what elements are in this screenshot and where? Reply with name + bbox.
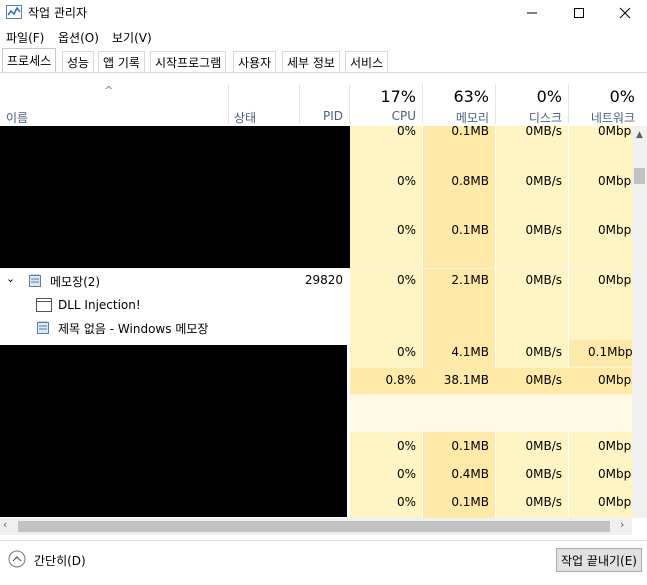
- cell-disk: 0MB/s: [525, 273, 562, 287]
- scroll-right-icon[interactable]: ›: [620, 518, 624, 531]
- maximize-button[interactable]: [556, 0, 602, 26]
- cell-disk: 0MB/s: [525, 174, 562, 188]
- network-total: 0%: [609, 87, 635, 106]
- tab-details[interactable]: 세부 정보: [282, 51, 340, 72]
- column-status[interactable]: 상태: [234, 109, 256, 126]
- child-window[interactable]: DLL Injection!: [58, 298, 141, 312]
- window-icon: [36, 298, 52, 312]
- cell-cpu: 0%: [396, 467, 416, 481]
- cell-memory: 0.1MB: [451, 124, 489, 138]
- fewer-details-link[interactable]: 간단히(D): [34, 552, 86, 569]
- close-button[interactable]: [602, 0, 647, 26]
- cell-cpu: 0.8%: [385, 373, 417, 387]
- cell-disk: 0MB/s: [525, 439, 562, 453]
- vertical-scroll-thumb[interactable]: [634, 168, 645, 184]
- cell-network: 0Mbps: [598, 373, 632, 387]
- cell-cpu: 0%: [396, 273, 416, 287]
- cell-memory: 38.1MB: [443, 373, 489, 387]
- cell-cpu: 0%: [396, 345, 416, 359]
- tab-app-history[interactable]: 앱 기록: [98, 51, 145, 72]
- cell-cpu: 0%: [396, 223, 416, 237]
- window-title: 작업 관리자: [28, 6, 88, 20]
- column-cpu[interactable]: CPU: [350, 109, 416, 123]
- cell-pid: 29820: [304, 273, 343, 287]
- scroll-up-icon[interactable]: ▲: [632, 130, 647, 142]
- child-window[interactable]: 제목 없음 - Windows 메모장: [58, 320, 208, 337]
- cell-memory: 0.8MB: [451, 174, 489, 188]
- notepad-icon: [37, 321, 49, 334]
- disk-total: 0%: [536, 87, 562, 106]
- tab-processes[interactable]: 프로세스: [2, 48, 57, 72]
- cell-disk: 0MB/s: [525, 495, 562, 509]
- menu-view[interactable]: 보기(V): [112, 29, 152, 46]
- tab-services[interactable]: 서비스: [345, 51, 389, 72]
- minimize-icon: [527, 12, 537, 14]
- cell-cpu: 0%: [396, 174, 416, 188]
- sort-up-icon: ^: [104, 84, 114, 97]
- tab-performance[interactable]: 성능: [62, 51, 95, 72]
- tab-startup[interactable]: 시작프로그램: [150, 51, 227, 72]
- redacted-area: [0, 126, 350, 268]
- cell-cpu: 0%: [396, 124, 416, 138]
- cell-disk: 0MB/s: [525, 345, 562, 359]
- cell-memory: 0.1MB: [451, 223, 489, 237]
- cell-network: 0Mbps: [598, 495, 632, 509]
- cell-memory: 0.1MB: [451, 495, 489, 509]
- cell-disk: 0MB/s: [525, 373, 562, 387]
- maximize-icon: [574, 8, 584, 18]
- cell-network: 0.1Mbps: [588, 345, 632, 359]
- cell-disk: 0MB/s: [525, 223, 562, 237]
- process-name[interactable]: 메모장(2): [50, 273, 100, 290]
- cell-disk: 0MB/s: [525, 124, 562, 138]
- footer-divider: [0, 540, 647, 541]
- chevron-down-icon[interactable]: ⌄: [6, 272, 15, 285]
- minimize-button[interactable]: [509, 0, 555, 26]
- column-name[interactable]: 이름: [6, 109, 28, 126]
- end-task-button[interactable]: 작업 끝내기(E): [556, 548, 642, 572]
- chevron-up-circle-icon[interactable]: [8, 550, 26, 568]
- task-manager-icon: [6, 5, 22, 19]
- scroll-left-icon[interactable]: ‹: [3, 518, 7, 531]
- cell-cpu: 0%: [396, 439, 416, 453]
- cell-network: 0Mbps: [598, 439, 632, 453]
- menu-file[interactable]: 파일(F): [6, 29, 44, 46]
- cell-memory: 0.1MB: [451, 439, 489, 453]
- cell-network: 0Mbps: [598, 467, 632, 481]
- notepad-icon: [29, 274, 41, 287]
- cell-disk: 0MB/s: [525, 467, 562, 481]
- cell-memory: 4.1MB: [451, 345, 489, 359]
- redacted-area: [0, 345, 347, 517]
- cell-cpu: 0%: [396, 495, 416, 509]
- menu-options[interactable]: 옵션(O): [58, 29, 99, 46]
- column-pid[interactable]: PID: [300, 109, 343, 123]
- tab-users[interactable]: 사용자: [233, 51, 277, 72]
- close-icon: [619, 7, 631, 19]
- vertical-scrollbar[interactable]: [632, 126, 647, 518]
- cell-memory: 0.4MB: [451, 467, 489, 481]
- memory-total: 63%: [453, 87, 489, 106]
- horizontal-scroll-thumb[interactable]: [18, 521, 610, 532]
- cell-network: 0Mbps: [598, 273, 632, 287]
- cell-network: 0Mbps: [598, 223, 632, 237]
- cell-memory: 2.1MB: [451, 273, 489, 287]
- cell-network: 0Mbps: [598, 174, 632, 188]
- cpu-total: 17%: [380, 87, 416, 106]
